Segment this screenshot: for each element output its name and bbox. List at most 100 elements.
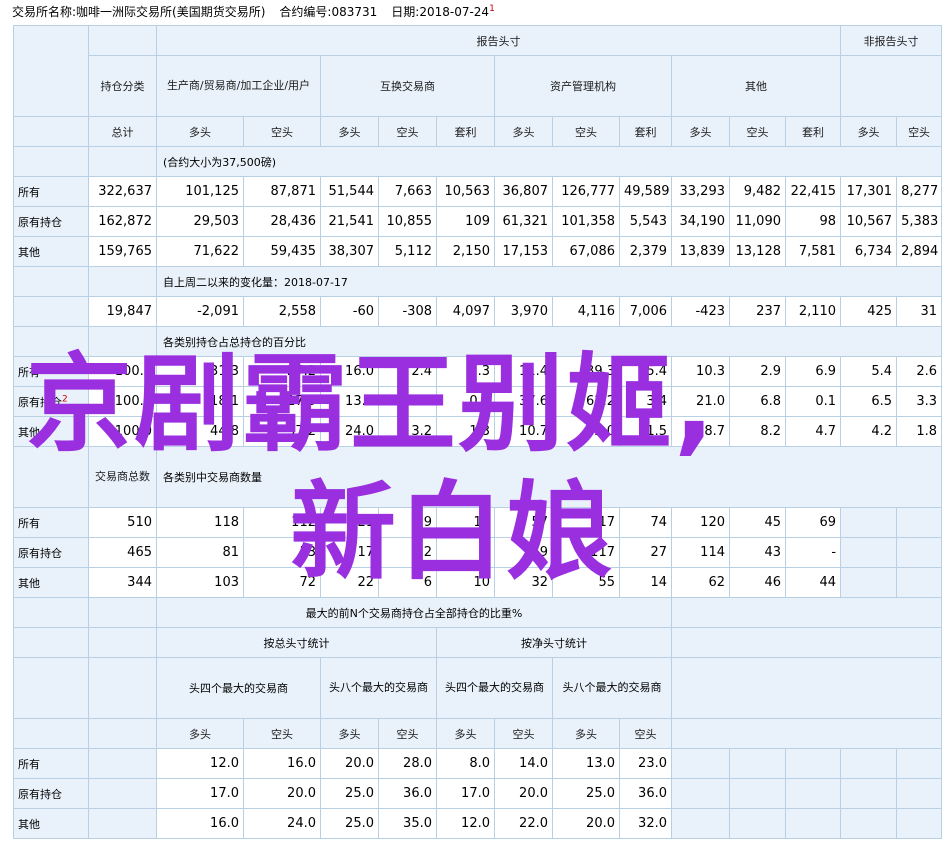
data-cell: 20.0 <box>552 808 620 839</box>
data-cell: 112 <box>243 507 321 538</box>
data-cell: 17.5 <box>243 386 321 417</box>
data-cell: 13.0 <box>552 748 620 779</box>
data-cell: -60 <box>320 296 379 327</box>
data-cell: 9 <box>378 507 437 538</box>
data-cell: 31.3 <box>156 356 244 387</box>
data-cell: 4,097 <box>436 296 495 327</box>
data-cell: 2.6 <box>896 356 943 387</box>
data-cell: 1.3 <box>436 416 495 447</box>
data-cell: 0.1 <box>784 386 842 417</box>
data-cell: 3.4 <box>619 386 672 417</box>
data-cell: 39.3 <box>552 356 620 387</box>
contract-size-note-row: (合约大小为37,500磅) <box>13 146 943 177</box>
row-label: 所有 <box>13 507 89 538</box>
data-cell: 162,872 <box>88 206 157 237</box>
change-note-row: 自上周二以来的变化量：2018-07-17 <box>13 266 943 297</box>
concentration-title-row: 最大的前N个交易商持仓占全部持仓的比重% <box>13 597 943 628</box>
table-row: 原有持仓 465 81 53 17 12-69 117 27 114 43- <box>13 537 943 568</box>
data-cell: 21.0 <box>671 386 730 417</box>
data-cell: 18.1 <box>156 386 244 417</box>
row-label: 原有持仓 <box>13 778 89 809</box>
data-cell: 74 <box>619 507 672 538</box>
col-short: 空头 <box>619 718 672 749</box>
data-cell: 31 <box>896 296 943 327</box>
data-cell: 71,622 <box>156 236 244 267</box>
total-header: 总计 <box>88 116 157 147</box>
data-cell: 4.7 <box>784 416 842 447</box>
concentration-group-row: 按总头寸统计 按净头寸统计 <box>13 627 943 658</box>
table-row: 其他 159,765 71,622 59,435 38,307 5,112 2,150 17,… <box>13 236 943 267</box>
data-cell: 29,503 <box>156 206 244 237</box>
row-label: 所有 <box>13 356 89 387</box>
data-cell: 3.3 <box>436 356 495 387</box>
data-cell: 126,777 <box>552 176 620 207</box>
col-short: 空头 <box>378 718 437 749</box>
data-cell: 8.7 <box>671 416 730 447</box>
data-cell: 22.0 <box>494 808 553 839</box>
data-cell: 19,847 <box>88 296 157 327</box>
data-cell: 17.0 <box>156 778 244 809</box>
data-cell: 6.9 <box>784 356 842 387</box>
percent-note: 各类别持仓占总持仓的百分比 <box>155 326 943 357</box>
net-position-header: 按净头寸统计 <box>436 627 672 658</box>
net-top4-header: 头四个最大的交易商 <box>436 657 553 719</box>
data-cell: 100.0 <box>88 356 157 387</box>
data-cell: 11,090 <box>729 206 786 237</box>
row-label: 原有持仓 <box>13 206 89 237</box>
data-cell: 69 <box>784 507 842 538</box>
data-cell: 37.2 <box>243 416 321 447</box>
data-cell: 10.7 <box>494 416 553 447</box>
data-cell: 7,581 <box>784 236 842 267</box>
data-cell: 5,112 <box>378 236 437 267</box>
data-cell: - <box>784 537 842 568</box>
data-cell: 14 <box>619 567 672 598</box>
contract-number: 合约编号:083731 <box>279 5 378 19</box>
data-cell: 81 <box>156 537 244 568</box>
producer-header: 生产商/贸易商/加工企业/用户 <box>156 55 321 117</box>
data-cell: -2,091 <box>156 296 244 327</box>
data-cell: 62.2 <box>552 386 620 417</box>
concentration-side-row: 多头 空头 多头 空头 多头 空头 多头 空头 <box>13 718 943 749</box>
data-cell: 2.9 <box>729 356 786 387</box>
data-cell: 25.0 <box>320 808 379 839</box>
data-cell: 510 <box>88 507 157 538</box>
cot-report-table: 报告头寸 非报告头寸 持仓分类 生产商/贸易商/加工企业/用户 互换交易商 资产… <box>13 25 943 839</box>
data-cell: 46 <box>729 567 786 598</box>
data-cell: 61,321 <box>494 206 553 237</box>
data-cell: 13.2 <box>320 386 379 417</box>
data-cell: 2,110 <box>784 296 842 327</box>
data-cell: 4,116 <box>552 296 620 327</box>
data-cell: 27.2 <box>243 356 321 387</box>
data-cell: 36.0 <box>619 778 672 809</box>
data-cell: 8.2 <box>729 416 786 447</box>
footnote-mark-1[interactable]: 1 <box>489 4 495 14</box>
col-long: 多头 <box>436 718 495 749</box>
data-cell: 55 <box>552 567 620 598</box>
data-cell: 425 <box>840 296 898 327</box>
col-short: 空头 <box>896 116 943 147</box>
data-cell: 465 <box>88 537 157 568</box>
data-cell: 5,543 <box>619 206 672 237</box>
row-label: 其他 <box>13 236 89 267</box>
footnote-mark-2[interactable]: 2 <box>62 394 68 404</box>
data-cell: 72 <box>243 567 321 598</box>
header-row-1: 报告头寸 非报告头寸 <box>13 25 943 117</box>
data-cell: 114 <box>671 537 730 568</box>
data-cell: 25.0 <box>320 778 379 809</box>
data-cell: 120 <box>671 507 730 538</box>
data-cell: 34,190 <box>671 206 730 237</box>
data-cell: 87,871 <box>243 176 321 207</box>
col-long: 多头 <box>156 718 244 749</box>
data-cell: 27 <box>619 537 672 568</box>
data-cell: 20.0 <box>243 778 321 809</box>
header-row-2: 持仓分类 生产商/贸易商/加工企业/用户 互换交易商 资产管理机构 其他 <box>14 55 943 117</box>
gross-top4-header: 头四个最大的交易商 <box>156 657 321 719</box>
row-label: 所有 <box>13 748 89 779</box>
data-cell: 2,379 <box>619 236 672 267</box>
data-cell: -308 <box>378 296 437 327</box>
data-cell: 21 <box>320 507 379 538</box>
table-row: 其他 100.0 44.8 37.2 24.0 3.2 1.3 10.7 42.0 1.5 8.7 8… <box>13 416 943 447</box>
data-cell: 37.6 <box>494 386 553 417</box>
table-row: 所有 510 118 112 21 9 17 57 117 74 120 45 69 <box>13 507 943 538</box>
table-row: 所有 12.0 16.0 20.0 28.0 8.0 14.0 13.0 23.0 <box>13 748 943 779</box>
